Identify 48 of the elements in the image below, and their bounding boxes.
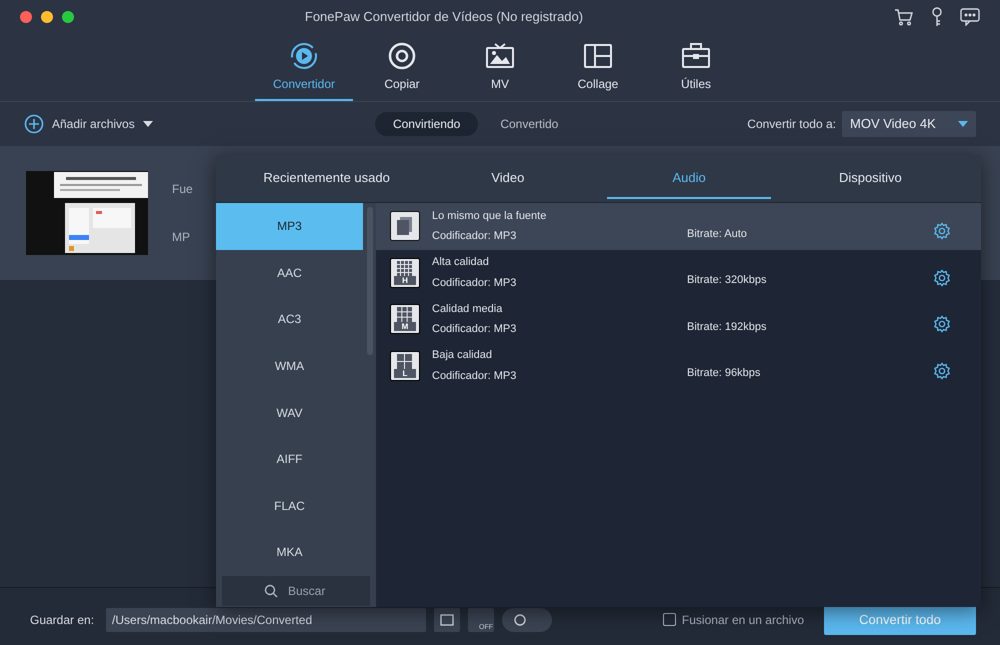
- format-label: MP: [172, 229, 191, 246]
- search-field[interactable]: Buscar: [222, 576, 370, 606]
- preset-encoder: Codificador: MP3: [432, 322, 518, 338]
- format-item[interactable]: WAV: [216, 389, 363, 436]
- convert-all-label: Convertir todo a:: [747, 116, 836, 133]
- preset-name: Calidad media: [432, 302, 504, 317]
- preset-row[interactable]: M Calidad media Codificador: MP3 Bitrate: 192kbps: [376, 296, 981, 342]
- window-title: FonePaw Convertidor de Vídeos (No registrado): [304, 8, 584, 26]
- format-tab[interactable]: Video: [426, 158, 590, 198]
- save-label: Guardar en:: [30, 612, 94, 628]
- preset-encoder: Codificador: MP3: [432, 229, 518, 244]
- preset-encoder: Codificador: MP3: [432, 276, 518, 291]
- preset-name: Alta calidad: [432, 255, 490, 270]
- preset-name: Lo mismo que la fuente: [432, 208, 548, 224]
- format-item[interactable]: AAC: [216, 250, 363, 296]
- quality-badge: H: [394, 276, 416, 285]
- nav-tab[interactable]: Copiar: [353, 35, 451, 101]
- format-item[interactable]: MKA: [216, 529, 363, 576]
- quality-badge: M: [394, 322, 416, 332]
- format-tab[interactable]: Recientemente usado: [244, 158, 409, 198]
- format-item[interactable]: AIFF: [216, 436, 363, 483]
- source-label: Fue: [172, 181, 193, 198]
- format-item[interactable]: WMA: [216, 342, 363, 390]
- merge-label: Fusionar en un archivo: [682, 612, 804, 628]
- add-files-label: Añadir archivos: [52, 116, 135, 133]
- preset-name: Baja calidad: [432, 348, 493, 364]
- format-tab[interactable]: Dispositivo: [788, 158, 952, 198]
- path-field[interactable]: /Users/macbookair/Movies/Converted: [106, 608, 426, 632]
- quality-badge: L: [394, 368, 416, 378]
- format-item[interactable]: AC3: [216, 296, 363, 343]
- format-tab[interactable]: Audio: [607, 158, 772, 198]
- preset-bitrate: Bitrate: 96kbps: [687, 366, 762, 381]
- add-files-button[interactable]: Añadir archivos: [24, 114, 324, 134]
- format-dropdown[interactable]: MOV Video 4K: [842, 111, 976, 137]
- preset-row[interactable]: Lo mismo que la fuente Codificador: MP3 Bitrate: Auto: [376, 203, 981, 250]
- segment-tab[interactable]: Convertido: [482, 112, 576, 136]
- nav-tab[interactable]: MV: [451, 35, 549, 101]
- preset-bitrate: Bitrate: Auto: [687, 226, 748, 242]
- preset-bitrate: Bitrate: 192kbps: [687, 320, 768, 334]
- preset-encoder: Codificador: MP3: [432, 368, 518, 384]
- nav-tab[interactable]: Collage: [549, 35, 647, 101]
- format-item[interactable]: MP3: [216, 203, 363, 250]
- nav-tab[interactable]: Útiles: [647, 35, 745, 101]
- preset-row[interactable]: L Baja calidad Codificador: MP3 Bitrate: 96kbps: [376, 342, 981, 389]
- segment-tab[interactable]: Convirtiendo: [374, 112, 478, 136]
- format-item[interactable]: FLAC: [216, 482, 363, 530]
- preset-bitrate: Bitrate: 320kbps: [687, 273, 768, 288]
- preset-row[interactable]: H Alta calidad Codificador: MP3 Bitrate: 320kbps: [376, 250, 981, 296]
